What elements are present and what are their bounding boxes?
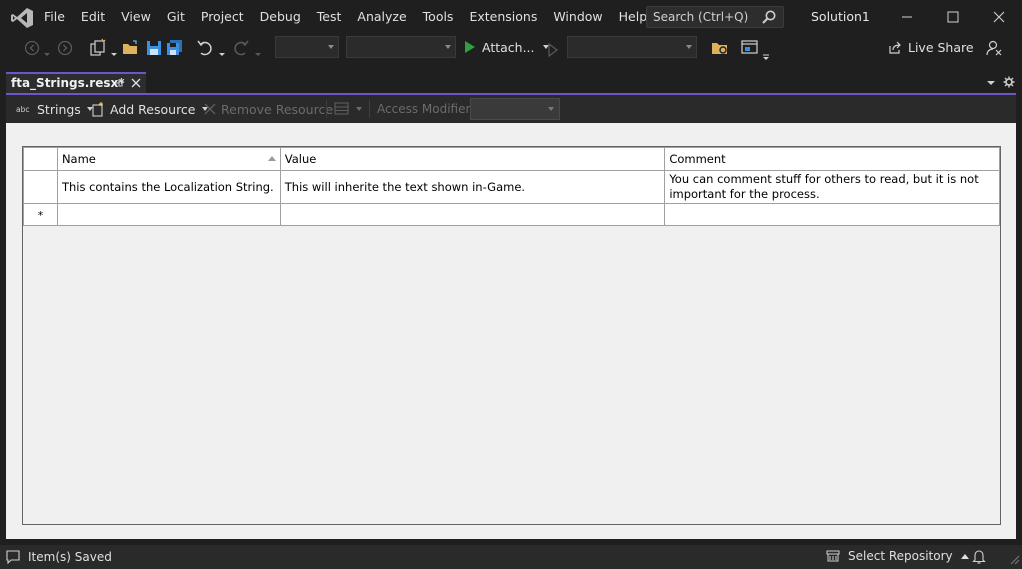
search-input[interactable]: Search (Ctrl+Q) xyxy=(646,6,784,28)
remove-resource-button[interactable]: Remove Resource xyxy=(203,95,333,123)
solution-explorer-folder-icon[interactable] xyxy=(710,38,730,58)
live-share-label: Live Share xyxy=(908,40,974,55)
search-icon xyxy=(762,10,776,24)
new-cell-value[interactable] xyxy=(279,203,666,226)
cell-comment[interactable]: You can comment stuff for others to read… xyxy=(664,170,1000,204)
attach-button[interactable]: Attach... xyxy=(464,38,549,56)
menu-analyze[interactable]: Analyze xyxy=(349,0,414,34)
header-row: Name Value Comment xyxy=(23,147,1000,171)
remove-resource-label: Remove Resource xyxy=(221,101,334,117)
column-header-value[interactable]: Value xyxy=(279,147,666,171)
output-notification-icon[interactable] xyxy=(6,550,20,564)
grid-view-icon xyxy=(334,102,349,115)
menu-test[interactable]: Test xyxy=(309,0,350,34)
close-window-icon[interactable] xyxy=(984,6,1014,28)
menu-bar: File Edit View Git Project Debug Test An… xyxy=(36,0,655,34)
strings-dropdown[interactable]: abc Strings xyxy=(16,95,93,123)
navigate-forward-icon[interactable] xyxy=(55,38,75,58)
sort-ascending-icon xyxy=(267,156,276,161)
menu-edit[interactable]: Edit xyxy=(73,0,113,34)
add-resource-icon xyxy=(92,102,103,117)
new-row: * xyxy=(23,203,1000,226)
solution-configuration-combo[interactable] xyxy=(275,36,339,58)
solution-platform-combo[interactable] xyxy=(346,36,456,58)
resize-grip-icon[interactable] xyxy=(1008,553,1020,565)
status-message: Item(s) Saved xyxy=(28,550,112,564)
add-resource-button[interactable]: Add Resource xyxy=(90,95,208,123)
strings-label: Strings xyxy=(37,101,81,117)
visual-studio-logo-icon xyxy=(11,8,33,28)
select-repository-button[interactable]: Select Repository xyxy=(826,549,969,563)
toolbar-separator xyxy=(369,100,370,118)
cell-value[interactable]: This will inherite the text shown in-Gam… xyxy=(279,170,666,204)
column-header-comment[interactable]: Comment xyxy=(664,147,1000,171)
attach-label: Attach... xyxy=(482,39,535,55)
redo-icon[interactable] xyxy=(231,38,251,58)
svg-text:abc: abc xyxy=(16,105,29,114)
access-modifier-combo[interactable] xyxy=(470,98,560,120)
menu-debug[interactable]: Debug xyxy=(252,0,309,34)
resource-table: Name Value Comment This contains the Loc… xyxy=(23,147,1000,226)
title-bar: File Edit View Git Project Debug Test An… xyxy=(0,0,1022,34)
toolbar-separator xyxy=(326,100,327,118)
close-tab-icon[interactable] xyxy=(130,77,142,89)
undo-icon[interactable] xyxy=(195,38,215,58)
feedback-icon[interactable] xyxy=(985,38,1003,58)
table-row: This contains the Localization String. T… xyxy=(23,170,1000,204)
new-row-marker: * xyxy=(37,208,44,222)
menu-view[interactable]: View xyxy=(113,0,159,34)
window-layout-icon[interactable] xyxy=(740,38,760,58)
access-modifier-label: Access Modifier: xyxy=(377,102,475,116)
minimize-icon[interactable] xyxy=(892,6,922,28)
document-tab-bar xyxy=(0,72,1022,94)
menu-tools[interactable]: Tools xyxy=(415,0,462,34)
repository-icon xyxy=(826,550,840,562)
status-bar: Item(s) Saved Select Repository xyxy=(0,545,1022,569)
maximize-icon[interactable] xyxy=(938,6,968,28)
toolbar-overflow-icon[interactable] xyxy=(762,47,770,67)
undo-dropdown-icon[interactable] xyxy=(218,45,226,65)
new-project-icon[interactable] xyxy=(88,38,108,58)
abc-icon: abc xyxy=(16,105,29,114)
save-icon[interactable] xyxy=(144,38,164,58)
new-dropdown-icon[interactable] xyxy=(110,45,118,65)
remove-icon xyxy=(204,103,216,115)
play-icon xyxy=(465,41,475,53)
menu-git[interactable]: Git xyxy=(159,0,193,34)
menu-window[interactable]: Window xyxy=(545,0,610,34)
select-repository-label: Select Repository xyxy=(848,549,953,563)
redo-dropdown-icon[interactable] xyxy=(254,45,262,65)
search-placeholder: Search (Ctrl+Q) xyxy=(653,10,749,24)
bell-icon[interactable] xyxy=(972,549,986,565)
startup-item-combo[interactable] xyxy=(567,36,697,58)
save-all-icon[interactable] xyxy=(165,38,185,58)
menu-file[interactable]: File xyxy=(36,0,73,34)
corner-header-cell[interactable] xyxy=(23,147,58,171)
column-header-name[interactable]: Name xyxy=(56,147,281,171)
add-resource-label: Add Resource xyxy=(110,101,196,117)
cell-name[interactable]: This contains the Localization String. xyxy=(56,170,281,204)
pin-tab-icon[interactable] xyxy=(114,78,124,88)
back-dropdown-icon[interactable] xyxy=(43,45,51,65)
start-without-debugging-icon[interactable] xyxy=(547,40,559,60)
tab-fta-strings-resx[interactable]: fta_Strings.resx* xyxy=(6,72,146,94)
new-cell-comment[interactable] xyxy=(664,203,1000,226)
menu-extensions[interactable]: Extensions xyxy=(461,0,545,34)
tab-list-dropdown-icon[interactable] xyxy=(986,79,996,87)
navigate-back-icon[interactable] xyxy=(22,38,42,58)
live-share-icon xyxy=(889,41,901,54)
new-cell-name[interactable] xyxy=(56,203,281,226)
new-row-header-cell[interactable]: * xyxy=(23,203,58,226)
menu-project[interactable]: Project xyxy=(193,0,252,34)
live-share-button[interactable]: Live Share xyxy=(888,40,974,55)
tab-title: fta_Strings.resx* xyxy=(11,76,125,90)
gear-icon[interactable] xyxy=(1003,76,1015,88)
solution-name: Solution1 xyxy=(811,9,870,24)
resource-grid[interactable]: Name Value Comment This contains the Loc… xyxy=(22,146,1001,525)
row-header-cell[interactable] xyxy=(23,170,58,204)
views-dropdown[interactable] xyxy=(334,95,362,123)
open-folder-icon[interactable] xyxy=(121,38,141,58)
